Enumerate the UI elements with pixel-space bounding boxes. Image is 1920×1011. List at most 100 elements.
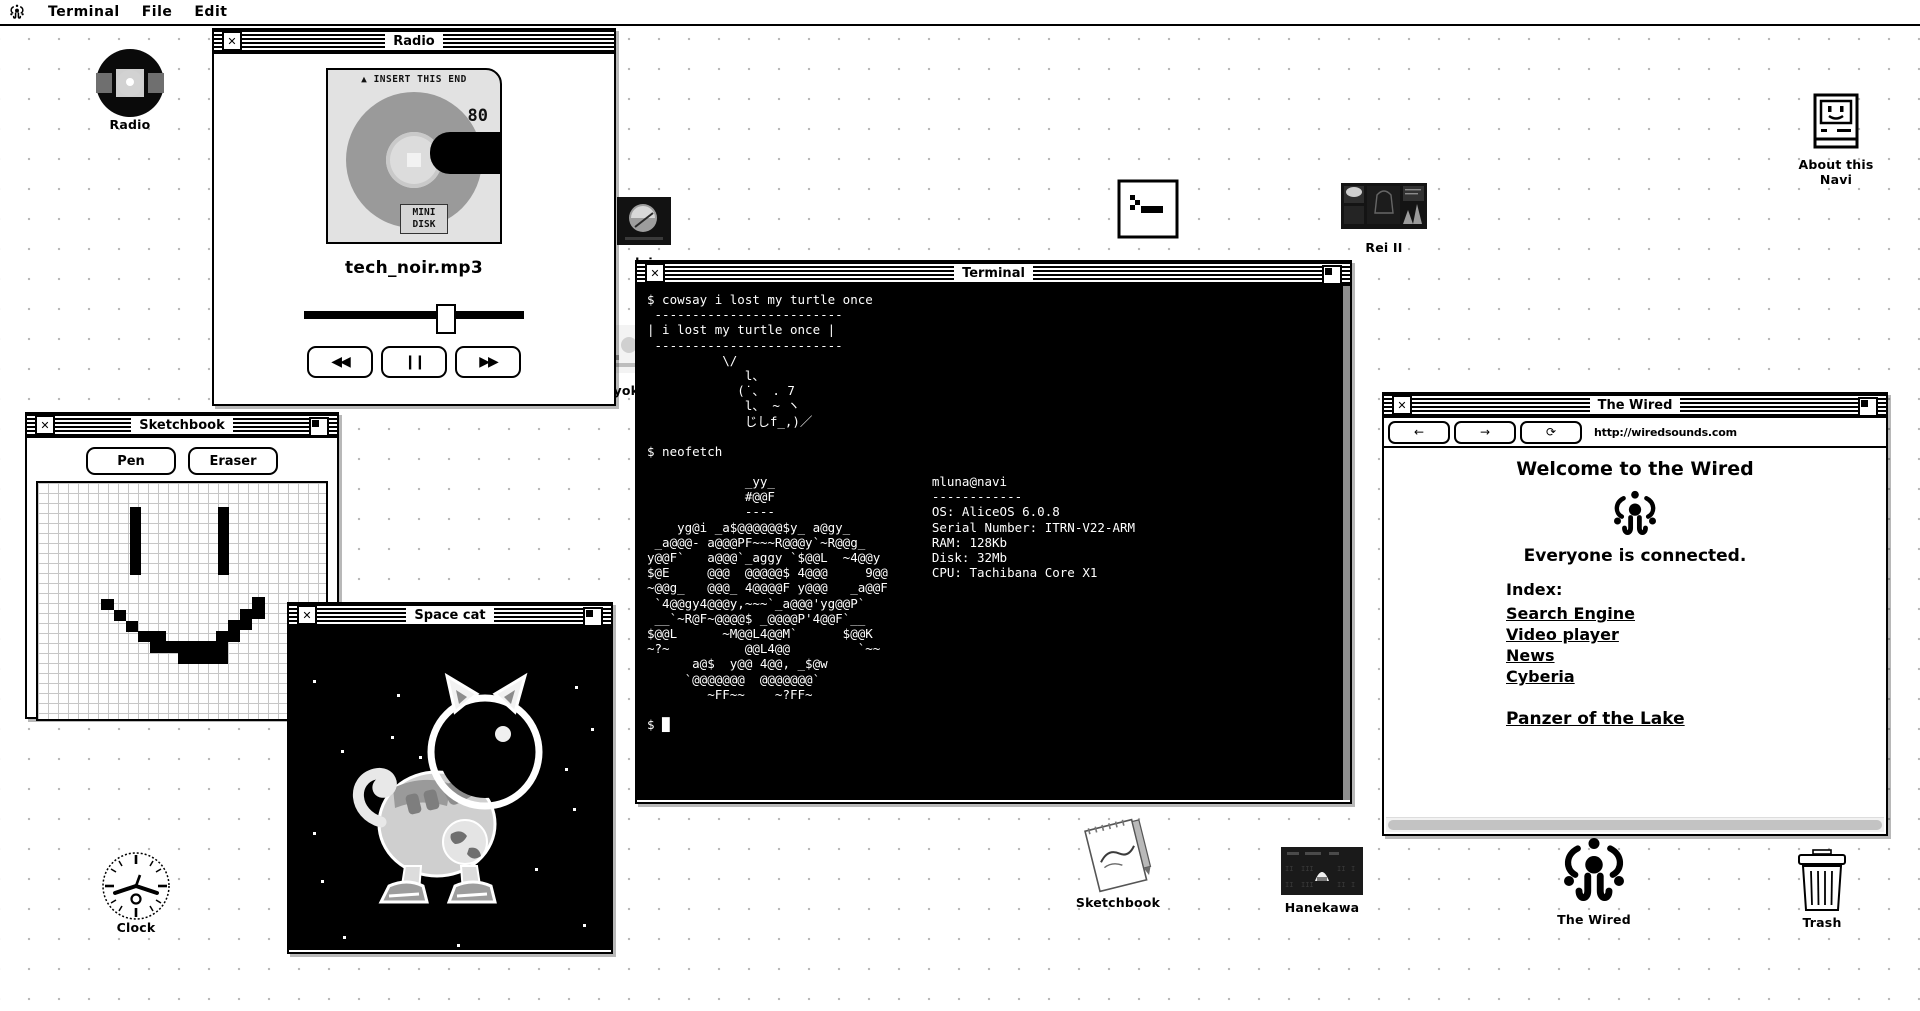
desktop-icon-the-wired[interactable]: The Wired	[1519, 833, 1669, 927]
maximize-icon[interactable]	[1858, 397, 1878, 416]
close-icon[interactable]: ✕	[1392, 395, 1412, 415]
pen-tool-button[interactable]: Pen	[86, 447, 176, 475]
volume-slider[interactable]	[304, 304, 524, 334]
link-news[interactable]: News	[1506, 645, 1886, 666]
link-video-player[interactable]: Video player	[1506, 624, 1886, 645]
neofetch-serial: Serial Number: ITRN-V22-ARM	[931, 519, 1136, 535]
sketchbook-canvas[interactable]	[36, 481, 328, 721]
trash-can-icon	[1766, 849, 1878, 912]
minidisk-insert-text: ▲ INSERT THIS END	[361, 74, 467, 85]
pause-button[interactable]: ❙❙	[381, 346, 447, 378]
photo-thumb-icon: II III II I II III II I	[1247, 845, 1397, 897]
analog-clock-icon	[80, 852, 192, 920]
titlebar-stripes	[27, 414, 337, 436]
desktop-icon-hanekawa[interactable]: II III II I II III II I Hanekawa	[1247, 845, 1397, 915]
maximize-icon[interactable]	[309, 417, 329, 436]
index-label: Index:	[1506, 580, 1563, 599]
terminal-output[interactable]: $ cowsay i lost my turtle once ---------…	[637, 286, 1350, 800]
terminal-titlebar[interactable]: ✕ Terminal	[637, 262, 1350, 286]
maximize-icon[interactable]	[1322, 265, 1342, 284]
screenshot-thumb-icon	[1328, 175, 1440, 237]
wired-glyph-icon	[1519, 833, 1669, 909]
wired-glyph-icon	[1384, 486, 1886, 542]
close-icon[interactable]: ✕	[645, 263, 665, 283]
slider-rail	[304, 311, 524, 319]
svg-text:II: II	[1285, 881, 1293, 889]
svg-text:II: II	[1337, 881, 1345, 889]
the-wired-window[interactable]: ✕ The Wired ← → ⟳ http://wiredsounds.com…	[1382, 392, 1888, 836]
titlebar-stripes	[289, 604, 611, 626]
menu-bar: Terminal File Edit	[0, 0, 1920, 26]
forward-button[interactable]: ▶▶	[455, 346, 521, 378]
svg-text:III: III	[1301, 865, 1314, 873]
address-bar[interactable]: http://wiredsounds.com	[1594, 426, 1737, 439]
desktop-icon-rei-ii[interactable]: Rei II	[1328, 175, 1440, 255]
desktop-icon-console[interactable]	[1092, 178, 1204, 243]
forward-button[interactable]: →	[1454, 420, 1516, 444]
desktop-icon-about-this-navi[interactable]: About this Navi	[1780, 92, 1892, 187]
radio-body: ▲ INSERT THIS END 80 MINI DISK tech_noir…	[214, 54, 614, 406]
now-playing-track: tech_noir.mp3	[345, 258, 483, 278]
notepad-pencil-icon	[1043, 818, 1193, 893]
svg-text:I: I	[1351, 865, 1355, 873]
close-icon[interactable]: ✕	[35, 415, 55, 435]
desktop-icon-clock[interactable]: Clock	[80, 852, 192, 935]
sketchbook-titlebar[interactable]: ✕ Sketchbook	[27, 414, 337, 438]
space-cat-window[interactable]: ✕ Space cat	[287, 602, 613, 954]
horizontal-scrollbar[interactable]	[1386, 817, 1884, 832]
close-icon[interactable]: ✕	[297, 605, 317, 625]
minidisk-minutes: 80	[467, 106, 488, 126]
close-icon[interactable]: ✕	[222, 31, 242, 51]
terminal-prompt[interactable]: $ █	[647, 717, 1340, 732]
desktop-icon-radio[interactable]: Radio	[74, 49, 186, 132]
radio-window[interactable]: ✕ Radio ▲ INSERT THIS END 80 MINI DISK t…	[212, 28, 616, 406]
menu-item-file[interactable]: File	[142, 4, 173, 20]
desktop-icon-label: Clock	[116, 920, 156, 935]
titlebar-stripes	[1384, 394, 1886, 416]
terminal-command-cowsay: $ cowsay i lost my turtle once	[647, 292, 873, 307]
wired-titlebar[interactable]: ✕ The Wired	[1384, 394, 1886, 418]
link-panzer-of-the-lake[interactable]: Panzer of the Lake	[1384, 709, 1685, 729]
console-prompt-icon	[1092, 178, 1204, 240]
happy-mac-icon	[1780, 92, 1892, 154]
browser-toolbar: ← → ⟳ http://wiredsounds.com	[1384, 418, 1886, 448]
neofetch-block: _yy_ #@@F ---- yg@i _a$@@@@@@$y_ a@gy_ _…	[647, 474, 1340, 702]
space-cat-titlebar[interactable]: ✕ Space cat	[289, 604, 611, 628]
desktop-icon-sketchbook[interactable]: Sketchbook	[1043, 818, 1193, 910]
desktop-icon-trash[interactable]: Trash	[1766, 849, 1878, 930]
svg-text:I: I	[1351, 881, 1355, 889]
eraser-tool-button[interactable]: Eraser	[188, 447, 278, 475]
rewind-button[interactable]: ◀◀	[307, 346, 373, 378]
neofetch-divider: ------------	[931, 489, 1023, 505]
menu-item-edit[interactable]: Edit	[194, 4, 227, 20]
maximize-icon[interactable]	[583, 607, 603, 626]
neofetch-os: OS: AliceOS 6.0.8	[931, 504, 1060, 520]
browser-page: Welcome to the Wired Everyone is connect…	[1384, 448, 1886, 818]
terminal-window[interactable]: ✕ Terminal $ cowsay i lost my turtle onc…	[635, 260, 1352, 804]
vinyl-record-icon	[74, 49, 186, 117]
desktop-icon-label: Rei II	[1365, 240, 1403, 255]
slider-knob[interactable]	[436, 304, 456, 334]
sketchbook-toolbar: Pen Eraser	[27, 438, 337, 481]
terminal-cowsay-art: ------------------------- | i lost my tu…	[647, 307, 843, 429]
neofetch-info: mluna@navi ------------ OS: AliceOS 6.0.…	[932, 474, 1135, 702]
index-link-list: Search Engine Video player News Cyberia	[1384, 603, 1886, 687]
link-search-engine[interactable]: Search Engine	[1506, 603, 1886, 624]
svg-text:II: II	[1337, 865, 1345, 873]
radio-titlebar[interactable]: ✕ Radio	[214, 30, 614, 54]
terminal-scrollbar[interactable]	[1343, 286, 1350, 800]
link-cyberia[interactable]: Cyberia	[1506, 666, 1886, 687]
space-cat-image	[289, 628, 611, 950]
transport-controls: ◀◀ ❙❙ ▶▶	[214, 346, 614, 378]
minidisk-art: ▲ INSERT THIS END 80 MINI DISK	[214, 68, 614, 244]
svg-text:II: II	[1285, 865, 1293, 873]
neofetch-cpu: CPU: Tachibana Core X1	[931, 565, 1098, 581]
desktop-icon-label: Trash	[1802, 915, 1842, 930]
terminal-command-neofetch: $ neofetch	[647, 443, 723, 459]
back-button[interactable]: ←	[1388, 420, 1450, 444]
neofetch-ascii-logo: _yy_ #@@F ---- yg@i _a$@@@@@@$y_ a@gy_ _…	[647, 474, 888, 702]
minidisk-label: MINI DISK	[400, 204, 448, 234]
page-tagline: Everyone is connected.	[1523, 546, 1747, 566]
menu-item-terminal[interactable]: Terminal	[48, 4, 120, 20]
reload-button[interactable]: ⟳	[1520, 420, 1582, 444]
